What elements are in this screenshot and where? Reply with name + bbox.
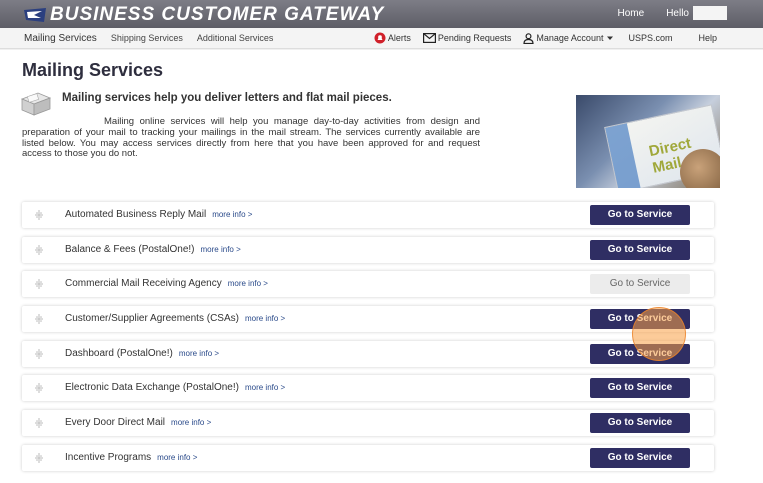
user-icon: [523, 32, 535, 44]
service-row: Automated Business Reply Mail more info >…: [22, 202, 714, 228]
more-info-link[interactable]: more info >: [245, 314, 285, 323]
brand-title: BUSINESS CUSTOMER GATEWAY: [50, 4, 385, 25]
mailpiece-stripe: [605, 123, 641, 188]
direct-mail-photo: Direct Mail: [576, 95, 720, 188]
service-name-label: Customer/Supplier Agreements (CSAs): [65, 313, 239, 325]
alerts-label: Alerts: [387, 33, 411, 43]
drag-handle-icon[interactable]: [34, 244, 44, 256]
more-info-link[interactable]: more info >: [212, 210, 252, 219]
service-name: Customer/Supplier Agreements (CSAs) more …: [65, 313, 285, 324]
service-row: Balance & Fees (PostalOne!) more info > Go…: [22, 236, 714, 263]
service-name-label: Dashboard (PostalOne!): [65, 347, 173, 359]
top-header: BUSINESS CUSTOMER GATEWAY Home Hello: [0, 0, 763, 28]
drag-handle-icon[interactable]: [34, 209, 44, 221]
usps-com-link[interactable]: USPS.com: [628, 33, 672, 43]
go-to-service-button[interactable]: Go to Service: [590, 378, 690, 399]
more-info-link[interactable]: more info >: [179, 349, 219, 358]
go-to-service-button[interactable]: Go to Service: [590, 274, 690, 295]
tab-mailing-services[interactable]: Mailing Services: [24, 33, 97, 44]
envelope-icon: [422, 33, 436, 43]
pending-requests-link[interactable]: Pending Requests: [422, 33, 512, 43]
service-row: Dashboard (PostalOne!) more info > Go to S…: [22, 340, 714, 367]
drag-handle-icon[interactable]: [34, 348, 44, 360]
service-name: Automated Business Reply Mail more info >: [65, 209, 252, 220]
hello-label: Hello: [666, 7, 689, 19]
service-name: Electronic Data Exchange (PostalOne!) mor…: [65, 382, 285, 393]
services-list: Automated Business Reply Mail more info >…: [22, 202, 714, 480]
eagle-logo-icon: [24, 8, 46, 22]
service-tabs: Mailing Services Shipping Services Addit…: [24, 33, 287, 44]
mailbox-icon: [20, 92, 52, 116]
tab-shipping-services[interactable]: Shipping Services: [111, 33, 183, 44]
service-name-label: Automated Business Reply Mail: [65, 209, 207, 220]
more-info-link[interactable]: more info >: [245, 383, 285, 392]
account-links: Alerts Pending Requests Manage Account U…: [374, 32, 717, 44]
more-info-link[interactable]: more info >: [201, 245, 241, 254]
section-description: Mailing online services will help you ma…: [22, 116, 480, 160]
service-row: Commercial Mail Receiving Agency more inf…: [22, 271, 714, 298]
page-title: Mailing Services: [22, 60, 164, 80]
alert-bell-icon: [374, 32, 386, 44]
manage-account-dropdown[interactable]: Manage Account: [523, 32, 616, 44]
service-name: Commercial Mail Receiving Agency more inf…: [65, 278, 268, 289]
caret-down-icon: [607, 36, 614, 40]
service-name: Dashboard (PostalOne!) more info >: [65, 348, 219, 359]
drag-handle-icon[interactable]: [34, 417, 44, 429]
go-to-service-button[interactable]: Go to Service: [590, 205, 690, 225]
usps-logo[interactable]: BUSINESS CUSTOMER GATEWAY: [24, 4, 384, 26]
more-info-link[interactable]: more info >: [228, 279, 268, 288]
home-link[interactable]: Home: [618, 8, 645, 19]
service-name-label: Electronic Data Exchange (PostalOne!): [65, 382, 239, 394]
service-name-label: Incentive Programs: [65, 451, 152, 463]
pending-requests-label: Pending Requests: [437, 33, 512, 43]
go-to-service-button[interactable]: Go to Service: [590, 447, 690, 468]
drag-handle-icon[interactable]: [34, 382, 44, 394]
more-info-link[interactable]: more info >: [171, 418, 211, 427]
drag-handle-icon[interactable]: [34, 313, 44, 325]
hand-graphic: [680, 149, 720, 188]
drag-handle-icon[interactable]: [34, 278, 44, 290]
alerts-link[interactable]: Alerts: [374, 32, 411, 44]
service-name: Every Door Direct Mail more info >: [65, 417, 211, 428]
service-row: Every Door Direct Mail more info > Go to S…: [22, 410, 714, 437]
manage-account-label: Manage Account: [536, 33, 604, 43]
service-row: Customer/Supplier Agreements (CSAs) more …: [22, 306, 714, 333]
service-name-label: Balance & Fees (PostalOne!): [65, 243, 195, 255]
service-name: Incentive Programs more info >: [65, 452, 197, 463]
main-content: Mailing Services Mailing services help y…: [0, 50, 763, 483]
go-to-service-button[interactable]: Go to Service: [590, 309, 690, 330]
username-redacted: [693, 6, 727, 20]
section-headline: Mailing services help you deliver letter…: [62, 92, 392, 104]
more-info-link[interactable]: more info >: [157, 453, 197, 462]
go-to-service-button[interactable]: Go to Service: [590, 343, 690, 364]
service-name-label: Every Door Direct Mail: [65, 417, 166, 429]
help-link[interactable]: Help: [698, 33, 717, 43]
drag-handle-icon[interactable]: [34, 452, 44, 464]
service-row: Incentive Programs more info > Go to Servi…: [22, 444, 714, 471]
service-name-label: Commercial Mail Receiving Agency: [65, 278, 222, 290]
secondary-nav: Mailing Services Shipping Services Addit…: [0, 28, 763, 49]
tab-additional-services[interactable]: Additional Services: [197, 33, 274, 44]
go-to-service-button[interactable]: Go to Service: [590, 239, 690, 260]
top-right-links: Home Hello: [618, 6, 727, 20]
service-name: Balance & Fees (PostalOne!) more info >: [65, 244, 241, 255]
go-to-service-button[interactable]: Go to Service: [590, 413, 690, 434]
service-row: Electronic Data Exchange (PostalOne!) mor…: [22, 375, 714, 402]
